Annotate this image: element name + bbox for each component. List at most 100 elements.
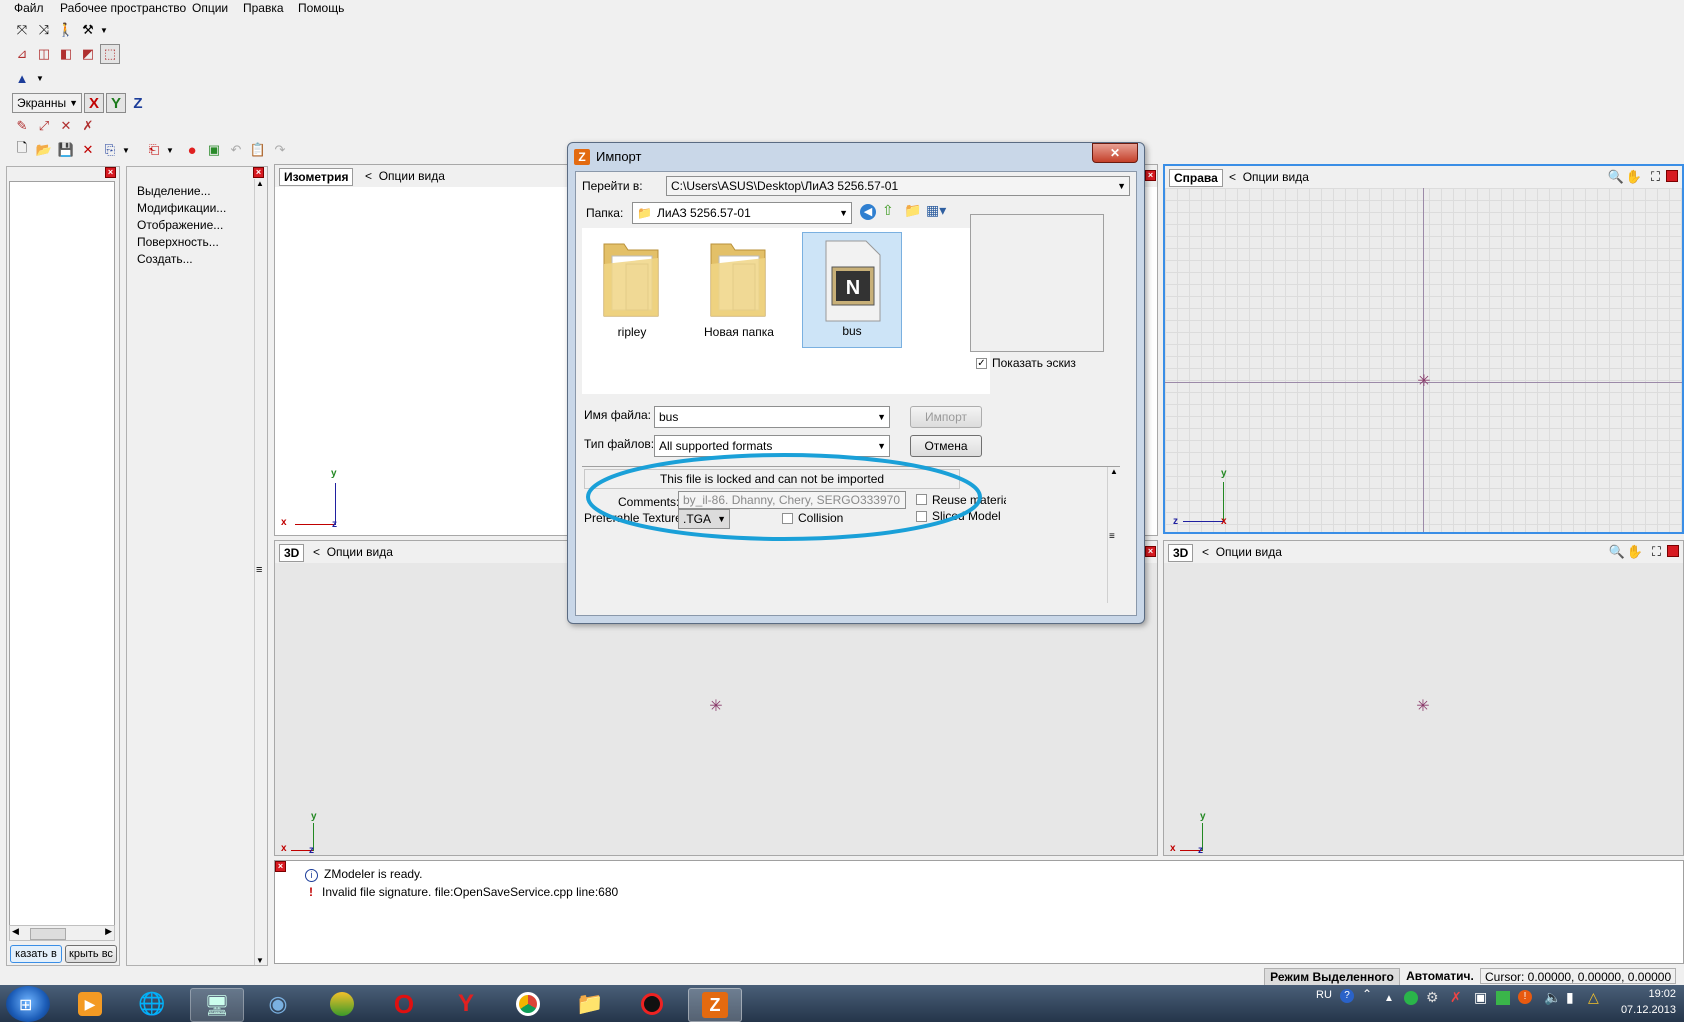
tray-x-icon[interactable]: ✗ xyxy=(1450,989,1462,1006)
folder-select[interactable]: 📁 ЛиАЗ 5256.57-01 ▼ xyxy=(632,202,852,224)
scale-icon[interactable]: ✕ xyxy=(56,116,76,136)
zoom-icon[interactable]: 🔍 xyxy=(1609,544,1625,560)
tray-alert-icon[interactable]: ! xyxy=(1518,990,1532,1004)
zoom-icon[interactable]: 🔍 xyxy=(1608,169,1624,185)
cmd-create[interactable]: Создать... xyxy=(137,251,226,268)
taskbar-app-icon[interactable] xyxy=(316,988,368,1020)
scene-tree[interactable] xyxy=(9,181,115,941)
network-icon[interactable]: ▮ xyxy=(1566,989,1574,1006)
close-file-icon[interactable]: ✕ xyxy=(78,140,98,160)
undo-icon[interactable]: ↶ xyxy=(226,140,246,160)
up-folder-icon[interactable]: ⇧ xyxy=(882,202,894,219)
menu-help[interactable]: Помощь xyxy=(298,1,344,15)
pan-icon[interactable]: ✋ xyxy=(1626,169,1642,185)
rotate-icon[interactable]: ✗ xyxy=(78,116,98,136)
file-list[interactable]: ripley Новая папка N bus xyxy=(582,228,990,394)
viewport-options[interactable]: < Опции вида xyxy=(1229,170,1309,184)
coord-system-select[interactable]: Экранны ▼ xyxy=(12,93,82,113)
language-indicator[interactable]: RU xyxy=(1316,989,1332,1001)
show-hidden-icons-icon[interactable]: ▲ xyxy=(1384,993,1394,1004)
viewport-options[interactable]: < Опции вида xyxy=(313,545,393,559)
file-item-folder[interactable]: ripley xyxy=(592,234,672,346)
axis-y-button[interactable]: Y xyxy=(106,93,126,113)
show-preview-checkbox[interactable]: ✓ xyxy=(976,358,987,369)
import-icon[interactable]: ⎘ xyxy=(100,140,120,160)
clock[interactable]: 19:02 07.12.2013 xyxy=(1606,986,1676,1018)
maximize-icon[interactable]: ⛶ xyxy=(1652,544,1661,560)
viewport-name[interactable]: 3D xyxy=(1168,544,1194,562)
cmd-selection[interactable]: Выделение... xyxy=(137,183,226,200)
cmd-display[interactable]: Отображение... xyxy=(137,217,226,234)
select-arrow-icon[interactable]: ⤧ xyxy=(12,20,32,40)
dropdown-arrow-icon[interactable]: ▼ xyxy=(164,140,176,160)
taskbar-browser-icon[interactable]: ◉ xyxy=(252,988,304,1020)
move-icon[interactable]: ⤢ xyxy=(34,116,54,136)
file-item-selected[interactable]: N bus xyxy=(802,232,902,348)
select-multi-icon[interactable]: ⤨ xyxy=(34,20,54,40)
maximize-icon[interactable]: ⛶ xyxy=(1651,169,1660,185)
tray-green-icon[interactable] xyxy=(1404,991,1418,1005)
close-icon[interactable]: × xyxy=(105,167,116,178)
scroll-up-icon[interactable]: ▲ xyxy=(1110,467,1118,476)
goto-path-select[interactable]: C:\Users\ASUS\Desktop\ЛиАЗ 5256.57-01 ▼ xyxy=(666,176,1130,196)
taskbar-opera-icon[interactable]: O xyxy=(378,988,430,1020)
close-icon[interactable]: × xyxy=(1145,170,1156,181)
vertical-scrollbar[interactable]: ▲ ≡ xyxy=(1107,467,1120,603)
scroll-thumb[interactable] xyxy=(30,928,66,940)
cmd-modifications[interactable]: Модификации... xyxy=(137,200,226,217)
viewport-options[interactable]: < Опции вида xyxy=(365,169,445,183)
help-tray-icon[interactable]: ? xyxy=(1340,989,1354,1003)
scroll-left-icon[interactable]: ◀ xyxy=(12,926,19,937)
new-file-icon[interactable]: 🗋 xyxy=(12,140,32,160)
splitter-handle-icon[interactable]: ≡ xyxy=(256,564,262,576)
taskbar-chrome-icon[interactable] xyxy=(502,988,554,1020)
steam-icon[interactable]: ⚙ xyxy=(1426,989,1439,1006)
tool-group-icon[interactable]: ⚒ xyxy=(78,20,98,40)
tray-overflow-icon[interactable]: ⌃ xyxy=(1362,987,1372,1001)
start-button[interactable]: ⊞ xyxy=(6,986,50,1022)
viewport-name[interactable]: 3D xyxy=(279,544,305,562)
menu-edit[interactable]: Правка xyxy=(243,1,284,15)
tray-square-icon[interactable] xyxy=(1496,991,1510,1005)
clipboard-icon[interactable]: 📋 xyxy=(248,140,268,160)
object-mode-icon[interactable]: ◩ xyxy=(78,44,98,64)
axis-z-button[interactable]: Z xyxy=(128,93,148,113)
viewport-name[interactable]: Справа xyxy=(1169,169,1223,187)
record-icon[interactable]: ● xyxy=(182,140,202,160)
face-mode-icon[interactable]: ◧ xyxy=(56,44,76,64)
close-icon[interactable]: × xyxy=(253,167,264,178)
close-icon[interactable]: × xyxy=(275,861,286,872)
axis-x-button[interactable]: X xyxy=(84,93,104,113)
paint-icon[interactable]: ✎ xyxy=(12,116,32,136)
taskbar-yandex-icon[interactable]: Y xyxy=(440,988,492,1020)
scroll-up-icon[interactable]: ▲ xyxy=(256,179,264,188)
viewport-right[interactable]: Справа < Опции вида 🔍 ✋ ⛶ ✳ y z x xyxy=(1163,164,1684,534)
taskbar-explorer-icon[interactable]: 📁 xyxy=(564,988,616,1020)
save-icon[interactable]: 💾 xyxy=(56,140,76,160)
view-menu-icon[interactable]: ▦▾ xyxy=(926,202,946,219)
scroll-right-icon[interactable]: ▶ xyxy=(105,926,112,937)
cone-icon[interactable]: ▲ xyxy=(12,68,32,88)
dialog-close-button[interactable]: ✕ xyxy=(1092,143,1138,163)
walk-icon[interactable]: 🚶 xyxy=(56,20,76,40)
tray-device-icon[interactable]: ▣ xyxy=(1474,989,1487,1006)
close-icon[interactable] xyxy=(1667,545,1679,557)
scroll-down-icon[interactable]: ▼ xyxy=(256,956,264,965)
file-item-folder[interactable]: Новая папка xyxy=(694,234,784,346)
render-icon[interactable]: ▣ xyxy=(204,140,224,160)
filename-input[interactable]: bus ▼ xyxy=(654,406,890,428)
volume-icon[interactable]: 🔈 xyxy=(1544,989,1561,1006)
drive-icon[interactable]: △ xyxy=(1588,989,1599,1006)
pan-icon[interactable]: ✋ xyxy=(1627,544,1643,560)
back-icon[interactable]: ◀ xyxy=(860,204,876,220)
scroll-grip-icon[interactable]: ≡ xyxy=(1109,531,1115,542)
open-folder-icon[interactable]: 📂 xyxy=(34,140,54,160)
dropdown-arrow-icon[interactable]: ▼ xyxy=(98,20,110,40)
dropdown-arrow-icon[interactable]: ▼ xyxy=(120,140,132,160)
dropdown-arrow-icon[interactable]: ▼ xyxy=(34,68,46,88)
show-all-button[interactable]: казать в xyxy=(10,945,62,963)
menu-options[interactable]: Опции xyxy=(192,1,228,15)
import-button[interactable]: Импорт xyxy=(910,406,982,428)
menu-workspace[interactable]: Рабочее пространство xyxy=(60,1,186,15)
close-icon[interactable]: × xyxy=(1145,546,1156,557)
